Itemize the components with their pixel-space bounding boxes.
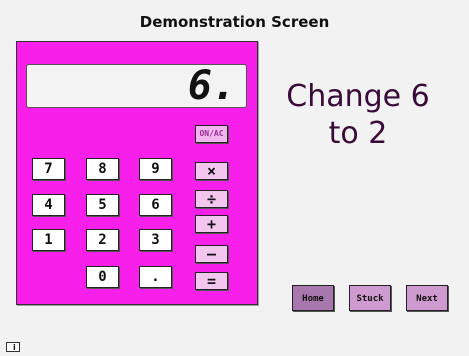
key-4[interactable]: 4	[32, 194, 65, 216]
key-0[interactable]: 0	[86, 266, 119, 288]
info-icon[interactable]: i	[6, 342, 20, 352]
calculator: 6. ON/AC 7 8 9 × 4 5 6 ÷ + 1 2 3 – 0 . =	[16, 41, 258, 305]
minus-button[interactable]: –	[195, 245, 228, 263]
key-5[interactable]: 5	[86, 194, 119, 216]
multiply-button[interactable]: ×	[195, 162, 228, 180]
calculator-display: 6.	[26, 64, 247, 108]
page-title: Demonstration Screen	[139, 13, 330, 31]
divide-button[interactable]: ÷	[195, 190, 228, 208]
key-6[interactable]: 6	[139, 194, 172, 216]
instruction-line-1: Change 6	[286, 79, 430, 114]
instruction-line-2: to 2	[328, 116, 388, 151]
key-2[interactable]: 2	[86, 229, 119, 251]
key-9[interactable]: 9	[139, 158, 172, 180]
key-1[interactable]: 1	[32, 229, 65, 251]
next-button[interactable]: Next	[406, 285, 448, 311]
home-button[interactable]: Home	[292, 285, 334, 311]
key-8[interactable]: 8	[86, 158, 119, 180]
decimal-point-button[interactable]: .	[139, 266, 172, 288]
stuck-button[interactable]: Stuck	[349, 285, 391, 311]
on-ac-button[interactable]: ON/AC	[195, 125, 228, 143]
instruction-text: Change 6 to 2	[268, 78, 448, 152]
plus-button[interactable]: +	[195, 215, 228, 233]
equals-button[interactable]: =	[195, 272, 228, 290]
key-3[interactable]: 3	[139, 229, 172, 251]
key-7[interactable]: 7	[32, 158, 65, 180]
